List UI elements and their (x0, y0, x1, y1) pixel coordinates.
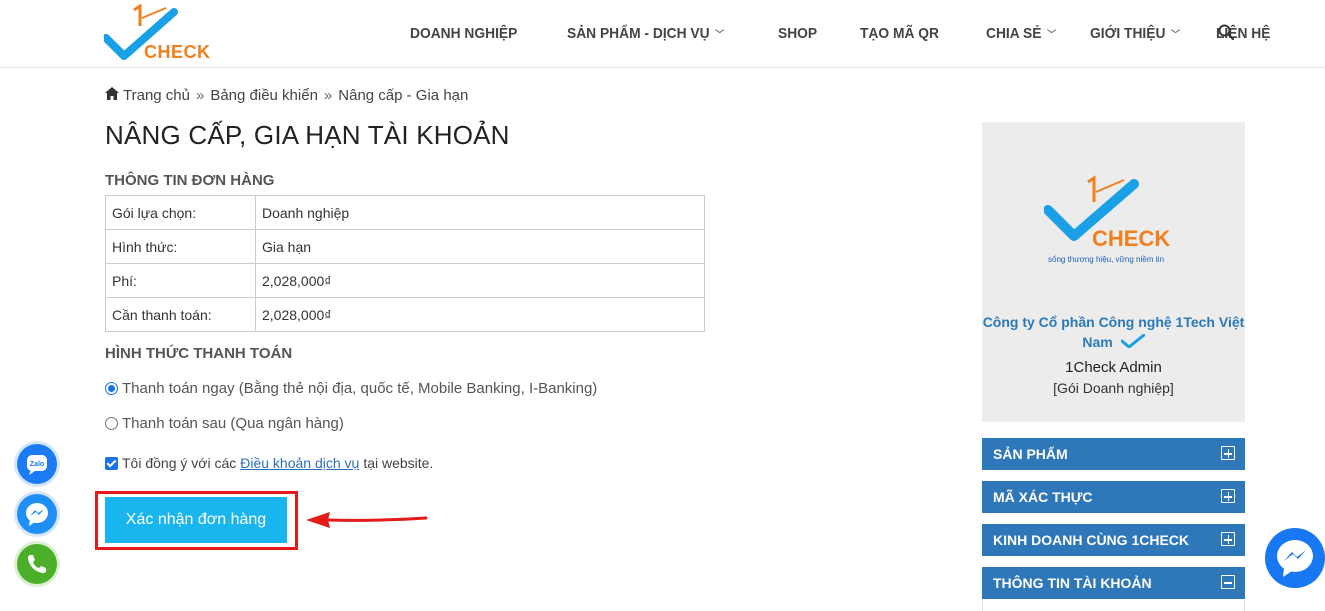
order-value: Gia hạn (255, 229, 705, 264)
home-icon (105, 87, 119, 104)
pay-later-radio[interactable] (105, 417, 118, 430)
nav-label: TẠO MÃ QR (860, 24, 940, 42)
breadcrumb-home[interactable]: Trang chủ (123, 87, 190, 104)
company-name[interactable]: Công ty Cổ phần Công nghệ 1Tech Việt Nam (982, 312, 1245, 353)
sidebar-item-label: KINH DOANH CÙNG 1CHECK (993, 532, 1190, 548)
nav-san-pham-dich-vu[interactable]: SẢN PHẨM - DỊCH VỤ ﹀ (567, 25, 724, 42)
table-row: Phí: 2,028,000₫ (105, 263, 705, 298)
terms-link[interactable]: Điều khoản dịch vụ (240, 455, 359, 471)
messenger-icon[interactable] (17, 494, 57, 534)
sidebar-submenu (982, 600, 1245, 611)
plus-icon (1221, 532, 1235, 546)
phone-icon[interactable] (17, 544, 57, 584)
chevron-down-icon: ﹀ (1047, 29, 1057, 41)
sidebar-item-thong-tin-tai-khoan[interactable]: THÔNG TIN TÀI KHOẢN (982, 567, 1245, 599)
payment-option-label: Thanh toán ngay (Bằng thẻ nội địa, quốc … (122, 380, 598, 397)
sidebar-item-label: THÔNG TIN TÀI KHOẢN (993, 575, 1152, 591)
sidebar-item-label: MÃ XÁC THỰC (993, 489, 1093, 505)
search-icon[interactable] (1218, 24, 1236, 42)
sidebar-item-san-pham[interactable]: SẢN PHẨM (982, 438, 1245, 470)
nav-chia-se[interactable]: CHIA SẺ ﹀ (986, 25, 1056, 42)
minus-icon (1221, 575, 1235, 589)
table-row: Cần thanh toán: 2,028,000₫ (105, 297, 705, 332)
plan-label: [Gói Doanh nghiệp] (1053, 380, 1174, 396)
sidebar-item-label: SẢN PHẨM (993, 446, 1068, 462)
pay-now-radio[interactable] (105, 382, 118, 395)
svg-text:Zalo: Zalo (30, 461, 44, 468)
payment-option-pay-later[interactable]: Thanh toán sau (Qua ngân hàng) (105, 415, 344, 432)
card-slogan: sống thương hiệu, vững niềm tin (1048, 255, 1165, 264)
logo-text: CHECK (144, 42, 211, 62)
arrow-left-icon (306, 512, 428, 528)
table-row: Hình thức: Gia hạn (105, 229, 705, 264)
company-name-text: Công ty Cổ phần Công nghệ 1Tech Việt Nam (982, 314, 1245, 350)
nav-label: DOANH NGHIỆP (410, 24, 518, 42)
nav-label: SHOP (777, 24, 817, 42)
card-logo-text: CHECK (1092, 226, 1171, 251)
nav-doanh-nghiep[interactable]: DOANH NGHIỆP (410, 25, 517, 42)
order-value: 2,028,000₫ (255, 263, 705, 298)
order-value: Doanh nghiệp (255, 195, 705, 230)
admin-name: 1Check Admin (1065, 359, 1162, 376)
terms-suffix: tại website. (363, 455, 434, 471)
breadcrumb-separator: » (195, 87, 205, 104)
terms-checkbox[interactable] (105, 456, 118, 470)
profile-card: CHECK sống thương hiệu, vững niềm tin Cô… (982, 122, 1245, 422)
breadcrumb: Trang chủ » Bảng điều khiển » Nâng cấp -… (105, 87, 468, 104)
order-value: 2,028,000₫ (255, 297, 705, 332)
nav-label: SẢN PHẨM - DỊCH VỤ (566, 24, 710, 42)
order-section-title: THÔNG TIN ĐƠN HÀNG (105, 172, 275, 189)
plus-icon (1221, 489, 1235, 503)
order-key: Hình thức: (105, 229, 256, 264)
breadcrumb-current: Nâng cấp - Gia hạn (338, 87, 469, 104)
chevron-down-icon: ﹀ (1171, 29, 1181, 41)
site-header: CHECK DOANH NGHIỆP SẢN PHẨM - DỊCH VỤ ﹀ S… (0, 0, 1325, 68)
card-logo: CHECK (1043, 174, 1184, 264)
order-key: Phí: (105, 263, 256, 298)
table-row: Gói lựa chọn: Doanh nghiệp (105, 195, 705, 230)
nav-tao-ma-qr[interactable]: TẠO MÃ QR (860, 25, 939, 42)
nav-shop[interactable]: SHOP (778, 25, 817, 42)
zalo-icon[interactable]: Zalo (17, 444, 57, 484)
nav-gioi-thieu[interactable]: GIỚI THIỆU ﹀ (1090, 25, 1180, 42)
site-logo[interactable]: CHECK (102, 3, 214, 64)
plus-icon (1221, 446, 1235, 460)
verified-check-icon (1120, 333, 1146, 353)
order-table: Gói lựa chọn: Doanh nghiệp Hình thức: Gi… (105, 195, 705, 332)
nav-label: GIỚI THIỆU (1090, 24, 1166, 42)
main-nav: DOANH NGHIỆP SẢN PHẨM - DỊCH VỤ ﹀ SHOP TẠ… (400, 0, 1316, 66)
breadcrumb-separator: » (323, 87, 333, 104)
payment-option-label: Thanh toán sau (Qua ngân hàng) (122, 415, 344, 432)
nav-label: CHIA SẺ (986, 24, 1042, 42)
messenger-chat-icon[interactable] (1265, 528, 1325, 588)
terms-prefix: Tôi đồng ý với các (122, 455, 237, 471)
payment-option-pay-now[interactable]: Thanh toán ngay (Bằng thẻ nội địa, quốc … (105, 380, 597, 397)
page-title: NÂNG CẤP, GIA HẠN TÀI KHOẢN (105, 120, 510, 150)
order-key: Gói lựa chọn: (105, 195, 256, 230)
payment-section-title: HÌNH THỨC THANH TOÁN (105, 345, 293, 362)
sidebar-item-ma-xac-thuc[interactable]: MÃ XÁC THỰC (982, 481, 1245, 513)
sidebar-item-kinh-doanh[interactable]: KINH DOANH CÙNG 1CHECK (982, 524, 1245, 556)
order-key: Cần thanh toán: (105, 297, 256, 332)
chevron-down-icon: ﹀ (714, 29, 725, 41)
breadcrumb-dashboard[interactable]: Bảng điều khiển (210, 87, 318, 104)
confirm-order-button[interactable]: Xác nhận đơn hàng (105, 497, 287, 543)
terms-agree-row: Tôi đồng ý với các Điều khoản dịch vụ tạ… (105, 455, 433, 471)
